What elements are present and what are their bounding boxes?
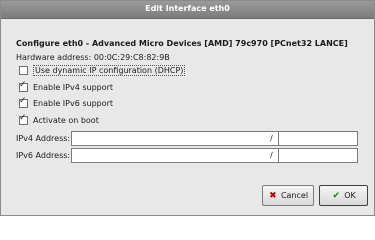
cancel-x-icon: ✖ [269, 190, 277, 201]
dhcp-checkbox[interactable] [19, 66, 28, 75]
window-title: Edit Interface eth0 [145, 4, 230, 13]
ipv6-prefix-input[interactable] [278, 148, 358, 163]
ok-check-icon: ✔ [332, 190, 340, 201]
ipv6-checkbox-row[interactable]: ✓ Enable IPv6 support [19, 96, 114, 109]
ipv4-address-label: IPv4 Address: [16, 134, 71, 143]
cancel-button[interactable]: ✖ Cancel [262, 185, 314, 206]
onboot-checkbox[interactable]: ✓ [19, 113, 28, 125]
ok-button-label: OK [344, 191, 356, 200]
ipv6-checkbox[interactable]: ✓ [19, 96, 28, 108]
dhcp-checkbox-row[interactable]: Use dynamic IP configuration (DHCP) [19, 65, 186, 76]
ipv4-checkbox[interactable]: ✓ [19, 80, 28, 92]
ipv4-label: Enable IPv4 support [33, 83, 114, 92]
device-heading: Configure eth0 - Advanced Micro Devices … [16, 39, 348, 48]
ipv6-label: Enable IPv6 support [33, 99, 114, 108]
ipv6-address-label: IPv6 Address: [16, 151, 71, 160]
onboot-label: Activate on boot [33, 116, 99, 125]
ipv4-prefix-input[interactable] [278, 131, 358, 146]
ipv6-address-input[interactable] [71, 148, 296, 163]
onboot-checkbox-row[interactable]: ✓ Activate on boot [19, 113, 99, 126]
edit-interface-dialog: Edit Interface eth0 Configure eth0 - Adv… [0, 0, 375, 216]
hardware-address: Hardware address: 00:0C:29:C8:82:9B [16, 53, 170, 62]
cancel-button-label: Cancel [280, 191, 309, 200]
ipv4-prefix-separator: / [270, 134, 273, 143]
checkmark-icon: ✓ [19, 80, 27, 90]
ipv4-checkbox-row[interactable]: ✓ Enable IPv4 support [19, 80, 114, 93]
ipv4-address-input[interactable] [71, 131, 296, 146]
titlebar[interactable]: Edit Interface eth0 [1, 1, 374, 19]
ok-button[interactable]: ✔ OK [319, 185, 368, 206]
dhcp-label: Use dynamic IP configuration (DHCP) [33, 65, 186, 76]
ipv6-prefix-separator: / [270, 151, 273, 160]
checkmark-icon: ✓ [19, 113, 27, 123]
checkmark-icon: ✓ [19, 96, 27, 106]
